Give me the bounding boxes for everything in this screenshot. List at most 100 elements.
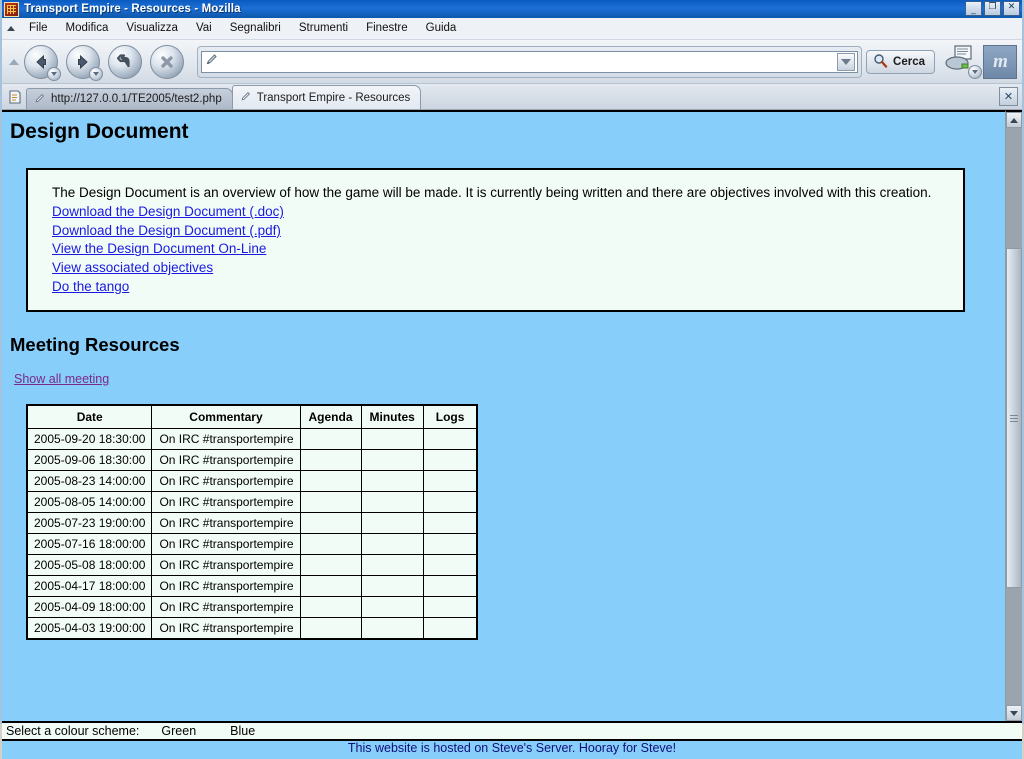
menu-item-visualizza[interactable]: Visualizza [117,20,187,37]
scrollbar-thumb[interactable] [1006,248,1022,588]
url-dropdown-button[interactable] [837,52,856,71]
cell-agenda [299,512,362,535]
menu-label: Visualizza [126,22,178,34]
cell-date: 2005-04-17 18:00:00 [26,575,153,598]
scroll-down-icon [1010,710,1018,716]
toolbar-drag-handle[interactable] [7,40,21,84]
print-dropdown[interactable] [968,64,982,79]
pencil-icon [205,52,219,71]
cell-commentary: On IRC #transportempire [151,512,301,535]
cell-logs [422,512,478,535]
menu-item-segnalibri[interactable]: Segnalibri [221,20,290,37]
menu-item-strumenti[interactable]: Strumenti [290,20,357,37]
menu-items: File Modifica Visualizza Vai Segnalibri … [20,20,465,37]
forward-history-dropdown[interactable] [89,66,103,81]
menu-label: Vai [195,22,212,34]
cell-minutes [360,470,424,493]
cell-minutes [360,554,424,577]
menu-item-file[interactable]: File [20,20,57,37]
print-button[interactable] [941,42,982,82]
reload-icon [108,44,142,79]
tab-test2-php[interactable]: http://127.0.0.1/TE2005/test2.php [26,88,233,109]
mozilla-logo-letter: m [993,50,1008,72]
cell-agenda [299,533,362,556]
cell-minutes [360,491,424,514]
column-header-commentary: Commentary [151,404,301,430]
cell-commentary: On IRC #transportempire [151,428,301,451]
menu-item-guida[interactable]: Guida [417,20,466,37]
window-controls: _ ❐ ✕ [965,1,1020,16]
tab-list-icon[interactable] [4,85,26,109]
colour-scheme-green[interactable]: Green [161,724,196,738]
cell-commentary: On IRC #transportempire [151,575,301,598]
cell-logs [422,470,478,493]
reload-button[interactable] [105,42,145,82]
restore-button[interactable]: ❐ [984,1,1001,16]
tab-transport-empire-resources[interactable]: Transport Empire - Resources [231,85,422,109]
column-header-minutes: Minutes [360,404,424,430]
colour-scheme-blue[interactable]: Blue [230,724,255,738]
cell-date: 2005-04-09 18:00:00 [26,596,153,619]
show-all-meeting-link[interactable]: Show all meeting [14,372,109,386]
colour-scheme-bar: Select a colour scheme: Green Blue [2,721,1022,741]
cell-date: 2005-07-23 19:00:00 [26,512,153,535]
title-bar: Transport Empire - Resources - Mozilla _… [2,0,1022,18]
stop-icon [150,44,184,79]
close-button[interactable]: ✕ [1003,1,1020,16]
search-button[interactable]: Cerca [866,49,935,74]
cell-agenda [299,428,362,451]
stop-button[interactable] [147,42,187,82]
view-online-link[interactable]: View the Design Document On-Line [52,240,947,259]
minimize-button[interactable]: _ [965,1,982,16]
cell-agenda [299,554,362,577]
page-title: Design Document [10,120,189,143]
cell-commentary: On IRC #transportempire [151,617,301,640]
mozilla-logo[interactable]: m [983,44,1017,79]
download-pdf-link[interactable]: Download the Design Document (.pdf) [52,222,947,241]
menu-item-finestre[interactable]: Finestre [357,20,417,37]
table-row: 2005-09-20 18:30:00 On IRC #transportemp… [26,428,478,451]
vertical-scrollbar[interactable] [1005,110,1022,721]
menu-item-modifica[interactable]: Modifica [57,20,118,37]
restore-icon: ❐ [988,2,997,12]
menu-drag-handle[interactable] [2,18,20,40]
navigation-toolbar: Cerca m [2,40,1022,84]
cell-commentary: On IRC #transportempire [151,554,301,577]
menu-label: Finestre [366,22,408,34]
do-the-tango-link[interactable]: Do the tango [52,278,947,297]
column-header-agenda: Agenda [299,404,362,430]
cell-date: 2005-04-03 19:00:00 [26,617,153,640]
forward-button[interactable] [63,42,103,82]
table-row: 2005-04-09 18:00:00 On IRC #transportemp… [26,596,478,619]
cell-date: 2005-07-16 18:00:00 [26,533,153,556]
scrollbar-track[interactable] [1006,128,1022,705]
view-objectives-link[interactable]: View associated objectives [52,259,947,278]
url-field[interactable] [201,50,859,73]
back-history-dropdown[interactable] [47,66,61,81]
menu-label: Guida [425,22,457,34]
page-icon [34,92,46,107]
cell-logs [422,491,478,514]
download-doc-link[interactable]: Download the Design Document (.doc) [52,203,947,222]
cell-minutes [360,533,424,556]
cell-date: 2005-05-08 18:00:00 [26,554,153,577]
cell-date: 2005-08-05 14:00:00 [26,491,153,514]
table-row: 2005-08-05 14:00:00 On IRC #transportemp… [26,491,478,514]
cell-logs [422,428,478,451]
back-button[interactable] [21,42,61,82]
cell-minutes [360,596,424,619]
scroll-down-button[interactable] [1006,705,1022,721]
transport-empire-icon [4,1,19,17]
grip-icon [9,58,19,65]
page-footer: This website is hosted on Steve's Server… [2,741,1022,759]
scroll-up-button[interactable] [1006,112,1022,128]
chevron-down-icon [51,71,57,76]
cell-commentary: On IRC #transportempire [151,596,301,619]
browser-window: Transport Empire - Resources - Mozilla _… [0,0,1024,759]
url-input[interactable] [222,52,836,71]
close-tab-button[interactable]: ✕ [999,87,1018,106]
cell-minutes [360,575,424,598]
cell-minutes [360,428,424,451]
table-row: 2005-09-06 18:30:00 On IRC #transportemp… [26,449,478,472]
menu-item-vai[interactable]: Vai [187,20,221,37]
